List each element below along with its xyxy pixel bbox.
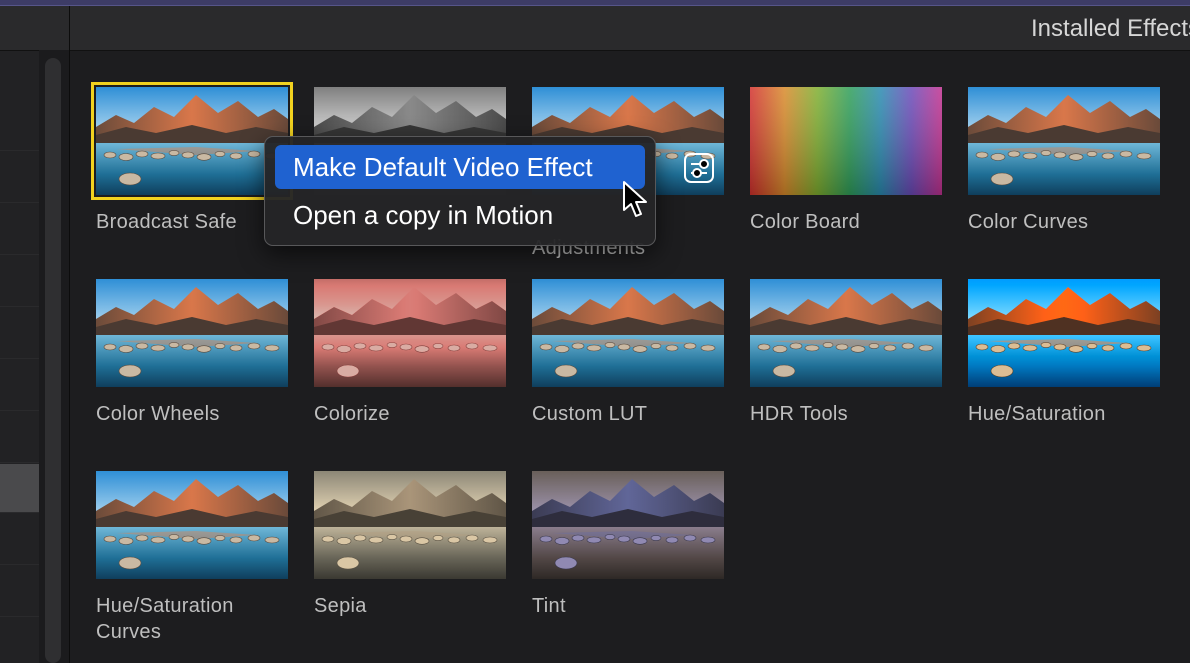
sidebar-row[interactable] [0,362,39,411]
effect-label: Hue/Saturation Curves [96,595,234,643]
effect-thumbnail[interactable] [314,279,506,387]
effect-thumbnail[interactable] [532,279,724,387]
effect-tile[interactable]: Broadcast Safe [91,82,293,235]
effect-label: Hue/Saturation [968,403,1106,425]
effect-label: Color Curves [968,211,1089,233]
effect-tile[interactable]: Custom LUT [532,279,724,427]
effect-label: HDR Tools [750,403,848,425]
effect-thumbnail[interactable] [968,87,1160,195]
effect-thumbnail[interactable] [314,471,506,579]
effect-tile[interactable]: Color Board [750,87,942,235]
sidebar-header [0,6,69,51]
effect-tile[interactable]: Sepia [314,471,506,619]
browser-header: Installed Effects [70,6,1190,51]
sidebar-row[interactable] [0,310,39,359]
sidebar-row[interactable] [0,568,39,617]
sidebar-scrollbar-thumb[interactable] [45,58,61,663]
effect-tile[interactable]: Color Curves [968,87,1160,235]
color-board-thumbnail[interactable] [750,87,942,195]
sidebar-row[interactable] [0,258,39,307]
arrow-cursor-icon [623,181,647,217]
effect-thumbnail[interactable] [96,471,288,579]
sidebar-row-selected[interactable] [0,464,39,513]
effect-tile[interactable]: Hue/Saturation [968,279,1160,427]
effect-tile[interactable]: Colorize [314,279,506,427]
menu-item-open-copy-in-motion[interactable]: Open a copy in Motion [275,193,645,237]
effect-thumbnail[interactable] [96,279,288,387]
effect-tile[interactable]: Hue/Saturation Curves [96,471,288,645]
effect-tile[interactable]: HDR Tools [750,279,942,427]
effect-label: Tint [532,595,566,617]
header-title: Installed Effects [1031,15,1190,42]
effect-thumbnail[interactable] [750,279,942,387]
effect-label: Sepia [314,595,367,617]
settings-sliders-icon[interactable] [684,153,714,183]
effect-tile[interactable]: Color Wheels [96,279,288,427]
effect-tile[interactable]: Tint [532,471,724,619]
effect-label: Color Wheels [96,403,220,425]
effect-label: Colorize [314,403,390,425]
sidebar-row[interactable] [0,154,39,203]
effect-label: Color Board [750,211,861,233]
sidebar-row[interactable] [0,516,39,565]
context-menu: Make Default Video Effect Open a copy in… [264,136,656,246]
sidebar-row[interactable] [0,206,39,255]
effect-thumbnail[interactable] [91,82,293,200]
effect-thumbnail[interactable] [968,279,1160,387]
sidebar-row[interactable] [0,102,39,151]
effect-thumbnail[interactable] [532,471,724,579]
menu-item-make-default-video-effect[interactable]: Make Default Video Effect [275,145,645,189]
effect-label: Custom LUT [532,403,648,425]
effect-label: Broadcast Safe [96,211,237,233]
sidebar-row[interactable] [0,414,39,463]
